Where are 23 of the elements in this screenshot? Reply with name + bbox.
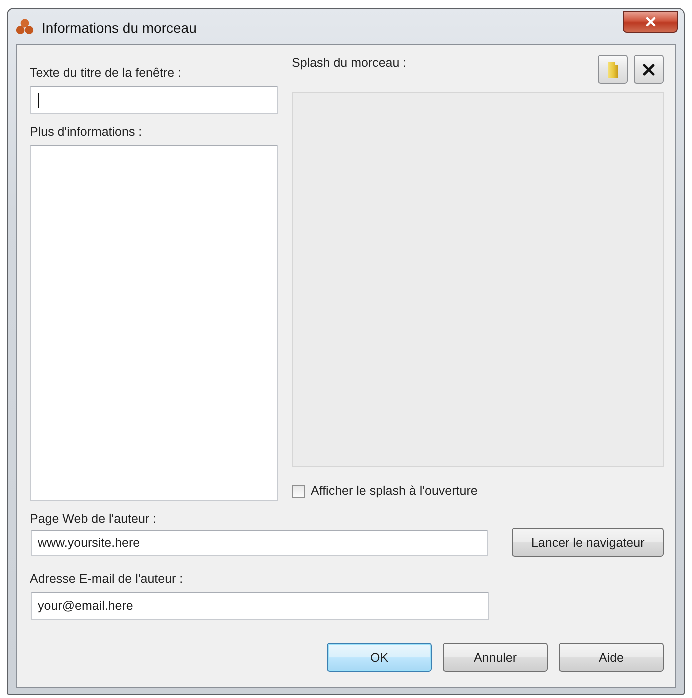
browse-button[interactable] bbox=[598, 55, 628, 84]
splash-label: Splash du morceau : bbox=[292, 55, 407, 71]
clear-button[interactable] bbox=[634, 55, 664, 84]
cross-icon bbox=[643, 64, 655, 76]
email-input[interactable]: your@email.here bbox=[31, 592, 489, 620]
help-button[interactable]: Aide bbox=[559, 643, 664, 672]
cancel-button[interactable]: Annuler bbox=[443, 643, 548, 672]
web-page-input[interactable]: www.yoursite.here bbox=[31, 530, 488, 556]
show-splash-checkbox[interactable] bbox=[292, 484, 305, 498]
email-label: Adresse E-mail de l'auteur : bbox=[30, 571, 184, 587]
launch-browser-button[interactable]: Lancer le navigateur bbox=[512, 528, 664, 557]
checkbox-label: Afficher le splash à l'ouverture bbox=[311, 484, 478, 498]
title-label: Texte du titre de la fenêtre : bbox=[30, 65, 182, 81]
title-input[interactable] bbox=[30, 86, 278, 114]
document-icon bbox=[608, 62, 618, 78]
web-page-label: Page Web de l'auteur : bbox=[30, 511, 157, 527]
close-button[interactable] bbox=[623, 11, 678, 33]
trefoil-icon bbox=[16, 18, 34, 34]
ok-button[interactable]: OK bbox=[327, 643, 432, 672]
more-info-label: Plus d'informations : bbox=[30, 124, 142, 140]
close-icon bbox=[646, 17, 656, 27]
more-info-field[interactable] bbox=[30, 145, 278, 501]
window-title: Informations du morceau bbox=[42, 20, 197, 36]
